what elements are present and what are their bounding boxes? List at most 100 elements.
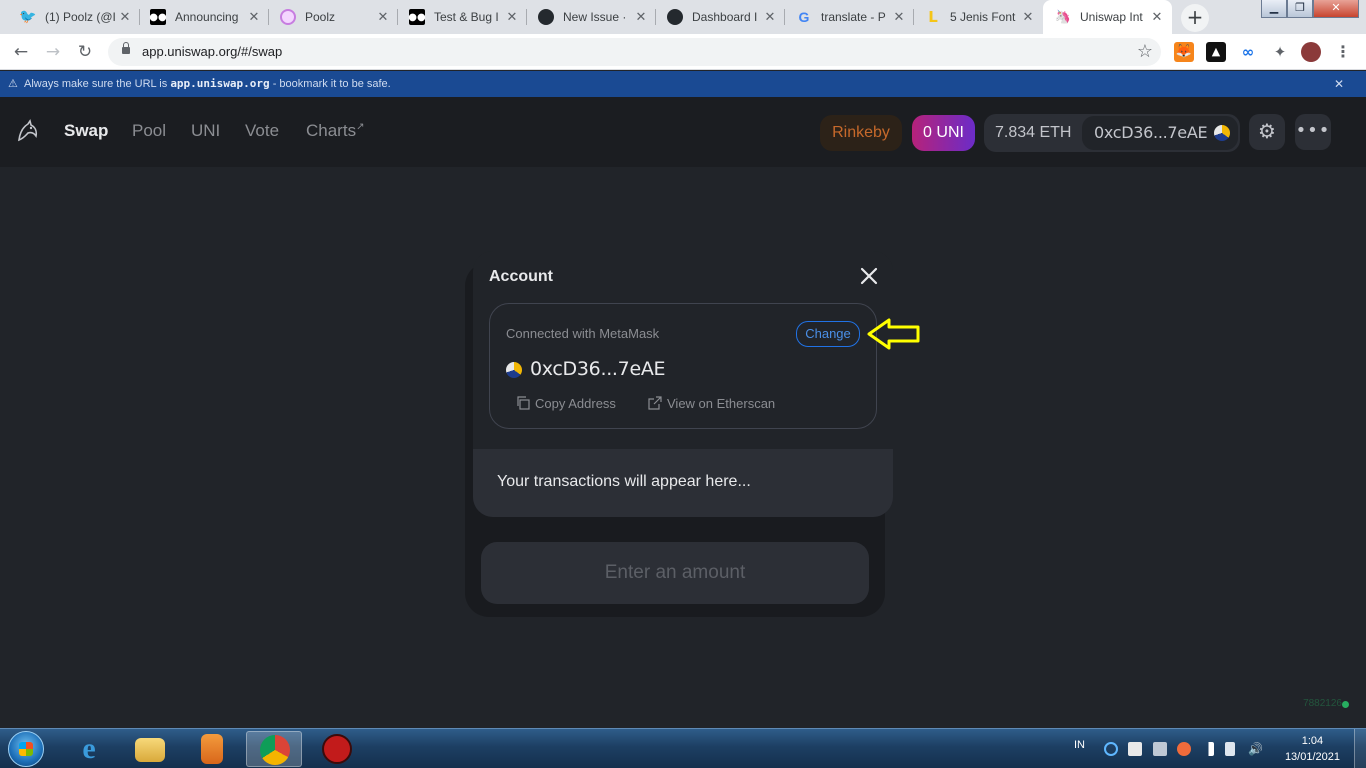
medium-icon: ●● xyxy=(149,9,167,25)
forward-button[interactable]: → xyxy=(41,41,65,65)
network-badge: Rinkeby xyxy=(820,115,902,151)
reload-button[interactable]: ↻ xyxy=(73,41,97,65)
nav-swap[interactable]: Swap xyxy=(64,121,108,141)
minimize-button[interactable]: ▁ xyxy=(1261,0,1287,18)
windows-taskbar: e IN 🔊 1:04 13/01/2021 xyxy=(0,728,1366,768)
wallet-address-button[interactable]: 0xcD36...7eAE xyxy=(1082,116,1238,150)
modal-title: Account xyxy=(489,268,553,285)
close-tab-icon[interactable]: ✕ xyxy=(118,10,132,25)
uniswap-logo-icon[interactable] xyxy=(14,118,40,144)
nav-uni[interactable]: UNI xyxy=(191,121,220,141)
close-icon[interactable] xyxy=(855,262,883,290)
block-status-dot xyxy=(1342,701,1349,708)
banner-close-icon[interactable]: ✕ xyxy=(1334,71,1344,97)
chrome-menu-icon[interactable]: ⋮ xyxy=(1333,42,1353,62)
chrome-icon xyxy=(260,735,290,765)
account-address: 0xcD36...7eAE xyxy=(530,358,666,380)
copy-icon xyxy=(517,396,530,410)
jazzicon-avatar xyxy=(1214,125,1230,141)
settings-gear-icon[interactable]: ⚙ xyxy=(1249,114,1285,150)
infinity-extension-icon[interactable]: ∞ xyxy=(1238,42,1258,62)
browser-tab[interactable]: Poolz ✕ xyxy=(269,0,398,34)
power-icon[interactable] xyxy=(1225,742,1235,756)
transactions-area: Your transactions will appear here... xyxy=(473,449,893,517)
taskbar-explorer[interactable] xyxy=(123,731,179,767)
browser-toolbar: ← → ↻ app.uniswap.org/#/swap ☆ 🦊 ▲ ∞ ✦ ⋮ xyxy=(0,34,1366,70)
wallet-box: 7.834 ETH 0xcD36...7eAE xyxy=(984,114,1240,152)
taskbar-chrome[interactable] xyxy=(246,731,302,767)
nav-pool[interactable]: Pool xyxy=(132,121,166,141)
close-tab-icon[interactable]: ✕ xyxy=(505,10,519,25)
window-controls: ▁ ❐ ✕ xyxy=(1261,0,1359,18)
network-signal-icon[interactable] xyxy=(1200,742,1214,756)
metamask-extension-icon[interactable]: 🦊 xyxy=(1174,42,1194,62)
volume-icon[interactable]: 🔊 xyxy=(1248,742,1263,756)
close-tab-icon[interactable]: ✕ xyxy=(634,10,648,25)
account-details-box: Connected with MetaMask Change 0xcD36...… xyxy=(489,303,877,429)
nav-charts[interactable]: Charts↗ xyxy=(306,121,364,141)
browser-tab-strip: 🐦 (1) Poolz (@I ✕ ●● Announcing ✕ Poolz … xyxy=(0,0,1366,34)
start-button[interactable] xyxy=(8,731,44,767)
sync-tray-icon[interactable] xyxy=(1104,742,1118,756)
external-link-icon: ↗ xyxy=(356,121,365,133)
close-tab-icon[interactable]: ✕ xyxy=(1150,10,1164,25)
jazzicon-avatar xyxy=(506,362,522,378)
close-tab-icon[interactable]: ✕ xyxy=(1021,10,1035,25)
uni-balance-button[interactable]: 0 UNI xyxy=(912,115,975,151)
google-icon: G xyxy=(798,9,810,25)
warning-icon: ⚠ xyxy=(8,78,18,90)
browser-tab[interactable]: Dashboard I ✕ xyxy=(656,0,785,34)
medium-icon: ●● xyxy=(408,9,426,25)
browser-tab-active[interactable]: 🦄 Uniswap Int ✕ xyxy=(1043,0,1172,34)
action-center-icon[interactable] xyxy=(1128,742,1142,756)
copy-address-link[interactable]: Copy Address xyxy=(516,396,616,411)
close-tab-icon[interactable]: ✕ xyxy=(376,10,390,25)
taskbar-media[interactable] xyxy=(184,731,240,767)
external-link-icon xyxy=(648,396,662,410)
media-player-icon xyxy=(201,734,223,764)
system-clock[interactable]: 1:04 13/01/2021 xyxy=(1285,733,1340,765)
app-icon xyxy=(322,734,352,764)
nav-vote[interactable]: Vote xyxy=(245,121,279,141)
internet-explorer-icon: e xyxy=(82,732,96,765)
taskbar-app[interactable] xyxy=(308,731,364,767)
close-tab-icon[interactable]: ✕ xyxy=(892,10,906,25)
window-close-button[interactable]: ✕ xyxy=(1313,0,1359,18)
language-indicator[interactable]: IN xyxy=(1074,739,1085,751)
app-tray-icon[interactable] xyxy=(1177,742,1191,756)
address-bar[interactable]: app.uniswap.org/#/swap ☆ xyxy=(108,38,1161,66)
enter-amount-button[interactable]: Enter an amount xyxy=(481,542,869,604)
extension-icon[interactable]: ▲ xyxy=(1206,42,1226,62)
uniswap-icon: 🦄 xyxy=(1054,9,1072,25)
url-warning-banner: ⚠ Always make sure the URL is app.uniswa… xyxy=(0,71,1366,97)
poolz-icon xyxy=(280,9,296,25)
browser-tab[interactable]: ●● Test & Bug I ✕ xyxy=(398,0,527,34)
view-on-etherscan-link[interactable]: View on Etherscan xyxy=(648,396,775,411)
lock-icon xyxy=(122,42,130,54)
close-tab-icon[interactable]: ✕ xyxy=(247,10,261,25)
close-tab-icon[interactable]: ✕ xyxy=(763,10,777,25)
eth-balance: 7.834 ETH xyxy=(995,124,1072,141)
change-wallet-button[interactable]: Change xyxy=(796,321,860,347)
new-tab-button[interactable]: + xyxy=(1181,4,1209,32)
display-tray-icon[interactable] xyxy=(1153,742,1167,756)
bookmark-star-icon[interactable]: ☆ xyxy=(1137,41,1153,62)
browser-tab[interactable]: 🐦 (1) Poolz (@I ✕ xyxy=(0,0,140,34)
block-number[interactable]: 7882126 xyxy=(1303,698,1342,709)
taskbar-ie[interactable]: e xyxy=(62,731,118,767)
account-modal: Account Connected with MetaMask Change 0… xyxy=(473,251,893,517)
browser-tab[interactable]: ●● Announcing ✕ xyxy=(140,0,269,34)
transactions-placeholder: Your transactions will appear here... xyxy=(497,473,751,490)
extensions-puzzle-icon[interactable]: ✦ xyxy=(1270,42,1290,62)
folder-icon xyxy=(135,738,165,762)
show-desktop-button[interactable] xyxy=(1354,729,1366,768)
profile-avatar[interactable] xyxy=(1301,42,1321,62)
browser-tab[interactable]: New Issue · ✕ xyxy=(527,0,656,34)
back-button[interactable]: ← xyxy=(9,41,33,65)
browser-tab[interactable]: G translate - P ✕ xyxy=(785,0,914,34)
maximize-button[interactable]: ❐ xyxy=(1287,0,1313,18)
more-menu-icon[interactable]: ••• xyxy=(1295,114,1331,150)
app-header: Swap Pool UNI Vote Charts↗ Rinkeby 0 UNI… xyxy=(0,97,1366,167)
browser-tab[interactable]: L 5 Jenis Font ✕ xyxy=(914,0,1043,34)
github-icon xyxy=(667,9,683,25)
